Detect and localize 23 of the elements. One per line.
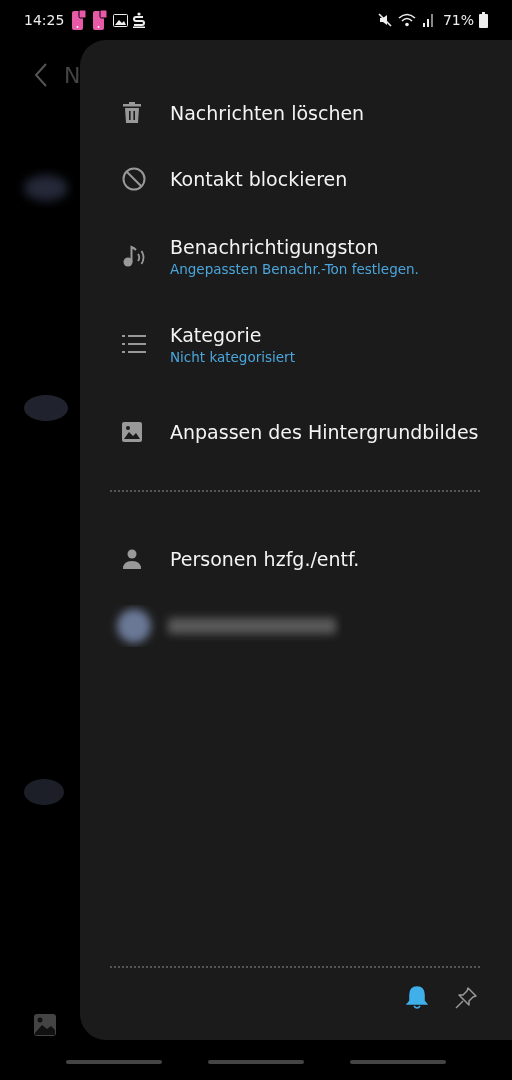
battery-level: 71% xyxy=(442,12,474,28)
menu-item[interactable]: Kontakt blockieren xyxy=(80,146,512,212)
menu-item[interactable]: Benachrichtigungston Angepassten Benachr.-Ton festlegen. xyxy=(80,212,512,300)
phone-icon xyxy=(71,9,88,31)
list-icon xyxy=(122,334,146,354)
bank-icon xyxy=(133,12,146,28)
phone-icon xyxy=(92,9,109,31)
menu-item[interactable]: Nachrichten löschen xyxy=(80,80,512,146)
wifi-icon xyxy=(397,12,418,28)
signal-icon xyxy=(422,12,435,28)
status-time: 14:25 xyxy=(24,12,65,28)
back-icon[interactable] xyxy=(34,62,48,88)
add-remove-people-item[interactable]: Personen hzfg./entf. xyxy=(80,526,512,592)
menu-item[interactable]: Kategorie Nicht kategorisiert xyxy=(80,300,512,388)
trash-icon xyxy=(122,102,142,124)
person-icon xyxy=(122,549,142,569)
image-icon xyxy=(122,422,142,442)
conversation-title: N xyxy=(64,62,81,88)
menu-item[interactable]: Anpassen des Hintergrundbildes xyxy=(80,388,512,476)
mute-icon xyxy=(376,12,393,28)
block-icon xyxy=(122,167,146,191)
battery-icon xyxy=(479,12,488,28)
image-icon xyxy=(113,13,129,27)
